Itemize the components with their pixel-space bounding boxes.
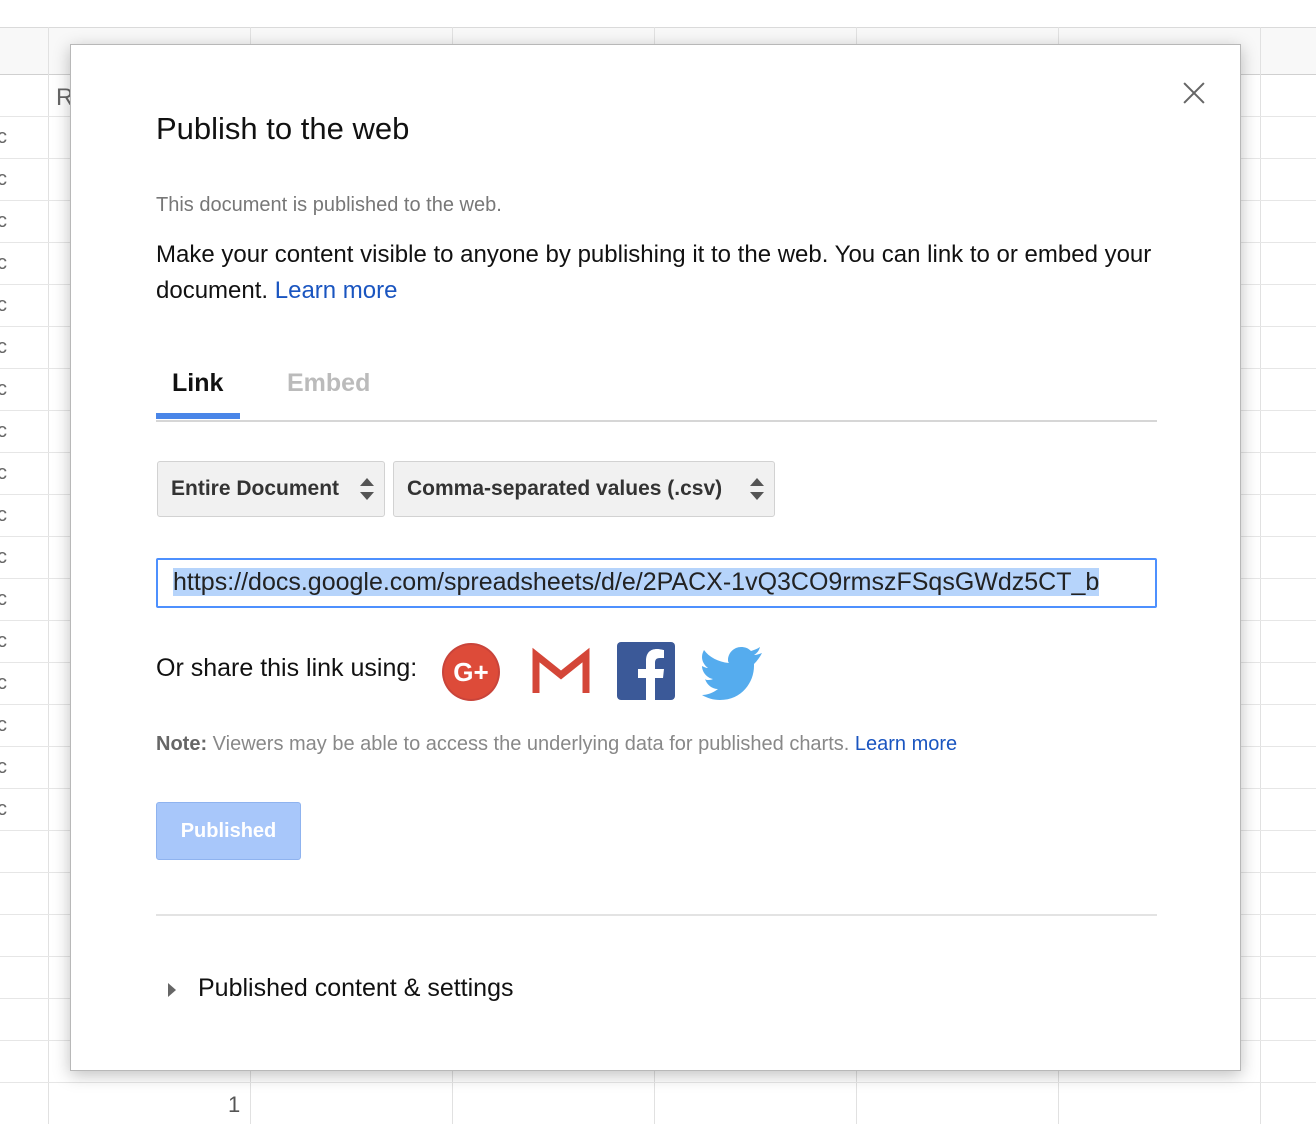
note-text: Viewers may be able to access the underl… (212, 733, 850, 755)
select-arrows-icon (360, 478, 374, 502)
note: Note: Viewers may be able to access the … (156, 733, 957, 756)
grid-line (0, 1082, 1316, 1083)
cell-text: c (0, 210, 7, 232)
cell-text: c (0, 546, 7, 568)
cell-text: c (0, 294, 7, 316)
cell-text: c (0, 756, 7, 778)
divider (156, 914, 1157, 916)
grid-line (1260, 27, 1261, 1124)
tab-link[interactable]: Link (172, 369, 223, 398)
publish-dialog: Publish to the web This document is publ… (70, 44, 1241, 1071)
cell-text: c (0, 630, 7, 652)
select-arrows-icon (750, 478, 764, 502)
gmail-icon[interactable] (530, 641, 592, 703)
note-label: Note: (156, 733, 208, 755)
share-label: Or share this link using: (156, 654, 418, 682)
tab-bar: Link Embed (156, 365, 1157, 422)
cell-text: c (0, 714, 7, 736)
format-select[interactable]: Comma-separated values (.csv) (393, 461, 775, 517)
cell-text: c (0, 378, 7, 400)
tab-embed[interactable]: Embed (287, 369, 370, 398)
close-icon[interactable] (1174, 73, 1214, 113)
publish-status-text: This document is published to the web. (156, 194, 502, 216)
row-number: 1 (228, 1092, 241, 1117)
svg-text:G+: G+ (453, 657, 488, 687)
format-select-value: Comma-separated values (.csv) (407, 477, 723, 500)
cell-text: c (0, 126, 7, 148)
note-learn-more-link[interactable]: Learn more (855, 733, 957, 755)
cell-text: c (0, 252, 7, 274)
grid-line (48, 27, 49, 1124)
cell-text: c (0, 588, 7, 610)
expand-triangle-icon (168, 983, 176, 997)
learn-more-link[interactable]: Learn more (275, 277, 398, 304)
cell-text: c (0, 504, 7, 526)
active-tab-indicator (156, 413, 240, 419)
published-url-text: https://docs.google.com/spreadsheets/d/e… (173, 568, 1100, 596)
cell-text: c (0, 462, 7, 484)
cell-text: c (0, 420, 7, 442)
cell-text: c (0, 168, 7, 190)
published-button[interactable]: Published (156, 802, 301, 860)
dialog-description: Make your content visible to anyone by p… (156, 237, 1156, 309)
dialog-title: Publish to the web (156, 111, 410, 146)
expander-label: Published content & settings (198, 974, 514, 1002)
cell-text: c (0, 336, 7, 358)
published-url-field[interactable]: https://docs.google.com/spreadsheets/d/e… (156, 558, 1157, 608)
google-plus-icon[interactable]: G+ (440, 641, 502, 703)
document-scope-select[interactable]: Entire Document (157, 461, 385, 517)
cell-text: c (0, 672, 7, 694)
twitter-icon[interactable] (702, 641, 764, 703)
scope-select-value: Entire Document (171, 477, 340, 500)
cell-text: c (0, 798, 7, 820)
facebook-icon[interactable] (616, 641, 678, 703)
